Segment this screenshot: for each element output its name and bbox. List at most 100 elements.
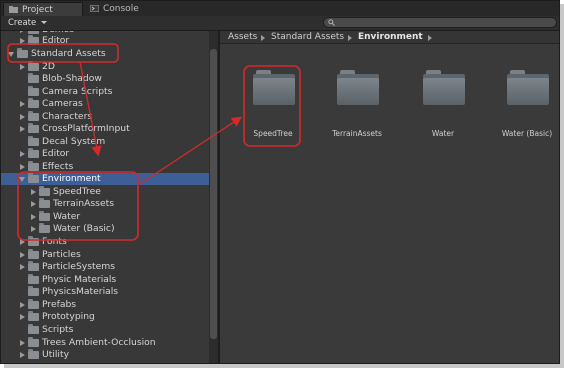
folder-icon xyxy=(28,31,39,34)
tree-item-blob-shadow[interactable]: Blob-Shadow xyxy=(1,73,209,85)
folder-icon xyxy=(28,311,39,321)
tree-item-camera-scripts[interactable]: Camera Scripts xyxy=(1,86,209,98)
tree-item-environment[interactable]: Environment xyxy=(1,173,209,185)
tree-item-label: Scripts xyxy=(42,324,74,335)
folder-icon xyxy=(28,324,39,334)
tree-item-label: Utility xyxy=(42,349,70,360)
tree-item-label: Camera Scripts xyxy=(42,86,113,97)
tree-item-2d[interactable]: 2D xyxy=(1,61,209,73)
tree-item-scripts[interactable]: Scripts xyxy=(1,324,209,336)
tree-item-label: Prefabs xyxy=(42,299,77,310)
breadcrumb-item-standard-assets[interactable]: Standard Assets xyxy=(271,31,344,43)
expand-right-icon[interactable] xyxy=(20,164,25,170)
tree-item-characters[interactable]: Characters xyxy=(1,111,209,123)
tree-item-water-basic[interactable]: Water (Basic) xyxy=(1,223,209,235)
tree-item-label: 2D xyxy=(42,61,55,72)
tree-item-speedtree[interactable]: SpeedTree xyxy=(1,186,209,198)
expand-right-icon[interactable] xyxy=(31,226,36,232)
tree-item-trees-ambient-occlusion[interactable]: Trees Ambient-Occlusion xyxy=(1,337,209,349)
tree-item-editor[interactable]: Editor xyxy=(1,35,209,47)
expand-down-icon[interactable] xyxy=(8,52,14,57)
search-icon xyxy=(328,19,335,26)
folder-icon xyxy=(17,48,28,58)
expand-right-icon[interactable] xyxy=(20,314,25,320)
expand-right-icon[interactable] xyxy=(31,201,36,207)
tree-item-crossplatforminput[interactable]: CrossPlatformInput xyxy=(1,123,209,135)
folder-icon xyxy=(28,274,39,284)
folder-icon xyxy=(423,69,465,105)
tree-item-label: Water (Basic) xyxy=(53,223,115,234)
breadcrumb-separator-icon xyxy=(428,35,432,41)
scrollbar-thumb[interactable] xyxy=(210,49,217,339)
tree-item-physic-materials[interactable]: Physic Materials xyxy=(1,274,209,286)
folder-icon xyxy=(28,86,39,96)
tree-item-cameras[interactable]: Cameras xyxy=(1,98,209,110)
breadcrumb-item-environment[interactable]: Environment xyxy=(358,31,423,43)
tree-item-label: Cameras xyxy=(42,98,83,109)
tree-item-fonts[interactable]: Fonts xyxy=(1,236,209,248)
tree-item-water[interactable]: Water xyxy=(1,211,209,223)
expand-right-icon[interactable] xyxy=(20,252,25,258)
expand-right-icon[interactable] xyxy=(20,340,25,346)
tree-item-editor[interactable]: Editor xyxy=(1,148,209,160)
expand-right-icon[interactable] xyxy=(31,189,36,195)
tree-item-label: Particles xyxy=(42,249,81,260)
tree-scrollbar[interactable] xyxy=(209,31,218,363)
tab-label: Console xyxy=(103,4,139,14)
tree-item-label: Decal System xyxy=(42,136,106,147)
tree-item-prefabs[interactable]: Prefabs xyxy=(1,299,209,311)
expand-right-icon[interactable] xyxy=(31,214,36,220)
expand-right-icon[interactable] xyxy=(20,151,25,157)
tree-item-terrainassets[interactable]: TerrainAssets xyxy=(1,198,209,210)
folder-item-terrainassets[interactable]: TerrainAssets xyxy=(326,69,388,141)
tree-item-particlesystems[interactable]: ParticleSystems xyxy=(1,261,209,273)
expand-right-icon[interactable] xyxy=(20,38,25,44)
tree-item-physicsmaterials[interactable]: PhysicsMaterials xyxy=(1,286,209,298)
tree-item-label: Prototyping xyxy=(42,311,95,322)
tab-project[interactable]: Project xyxy=(3,2,83,16)
folder-item-water-basic[interactable]: Water (Basic) xyxy=(496,69,558,141)
tree-item-decal-system[interactable]: Decal System xyxy=(1,136,209,148)
expand-right-icon[interactable] xyxy=(20,126,25,132)
chevron-down-icon[interactable] xyxy=(41,21,47,24)
breadcrumb-item-assets[interactable]: Assets xyxy=(228,31,257,43)
folder-icon xyxy=(507,69,549,105)
search-box[interactable] xyxy=(323,17,557,28)
tree-item-prototyping[interactable]: Prototyping xyxy=(1,311,209,323)
expand-right-icon[interactable] xyxy=(20,264,25,270)
folder-icon xyxy=(28,299,39,309)
expand-right-icon[interactable] xyxy=(20,239,25,245)
tree-item-particles[interactable]: Particles xyxy=(1,249,209,261)
expand-right-icon[interactable] xyxy=(20,114,25,120)
expand-down-icon[interactable] xyxy=(19,177,25,182)
expand-right-icon[interactable] xyxy=(20,352,25,358)
folder-icon xyxy=(28,173,39,183)
folder-icon xyxy=(28,337,39,347)
expand-right-icon[interactable] xyxy=(20,302,25,308)
folder-icon xyxy=(28,61,39,71)
tree-item-utility[interactable]: Utility xyxy=(1,349,209,361)
expand-right-icon[interactable] xyxy=(20,64,25,70)
tree-item-effects[interactable]: Effects xyxy=(1,161,209,173)
folder-item-water[interactable]: Water xyxy=(412,69,474,141)
tree-item-label: Characters xyxy=(42,111,93,122)
window-shadow xyxy=(4,364,564,368)
folder-icon xyxy=(28,123,39,133)
folder-icon xyxy=(337,69,379,105)
tab-console[interactable]: Console xyxy=(85,2,165,16)
tree-item-label: Effects xyxy=(42,161,74,172)
breadcrumb-separator-icon xyxy=(261,35,265,41)
folder-icon xyxy=(28,261,39,271)
search-input[interactable] xyxy=(338,18,538,27)
expand-right-icon[interactable] xyxy=(20,101,25,107)
tree-item-standard-assets[interactable]: Standard Assets xyxy=(1,48,209,60)
folder-icon xyxy=(39,198,50,208)
expand-right-icon[interactable] xyxy=(20,31,25,33)
create-button[interactable]: Create xyxy=(4,17,40,29)
folder-icon xyxy=(28,286,39,296)
tree-item-label: Blob-Shadow xyxy=(42,73,102,84)
folder-content: Assets Standard Assets Environment Speed… xyxy=(220,31,559,363)
folder-icon xyxy=(28,148,39,158)
tree-item-label: PhysicsMaterials xyxy=(42,286,119,297)
folder-item-speedtree[interactable]: SpeedTree xyxy=(242,69,304,141)
